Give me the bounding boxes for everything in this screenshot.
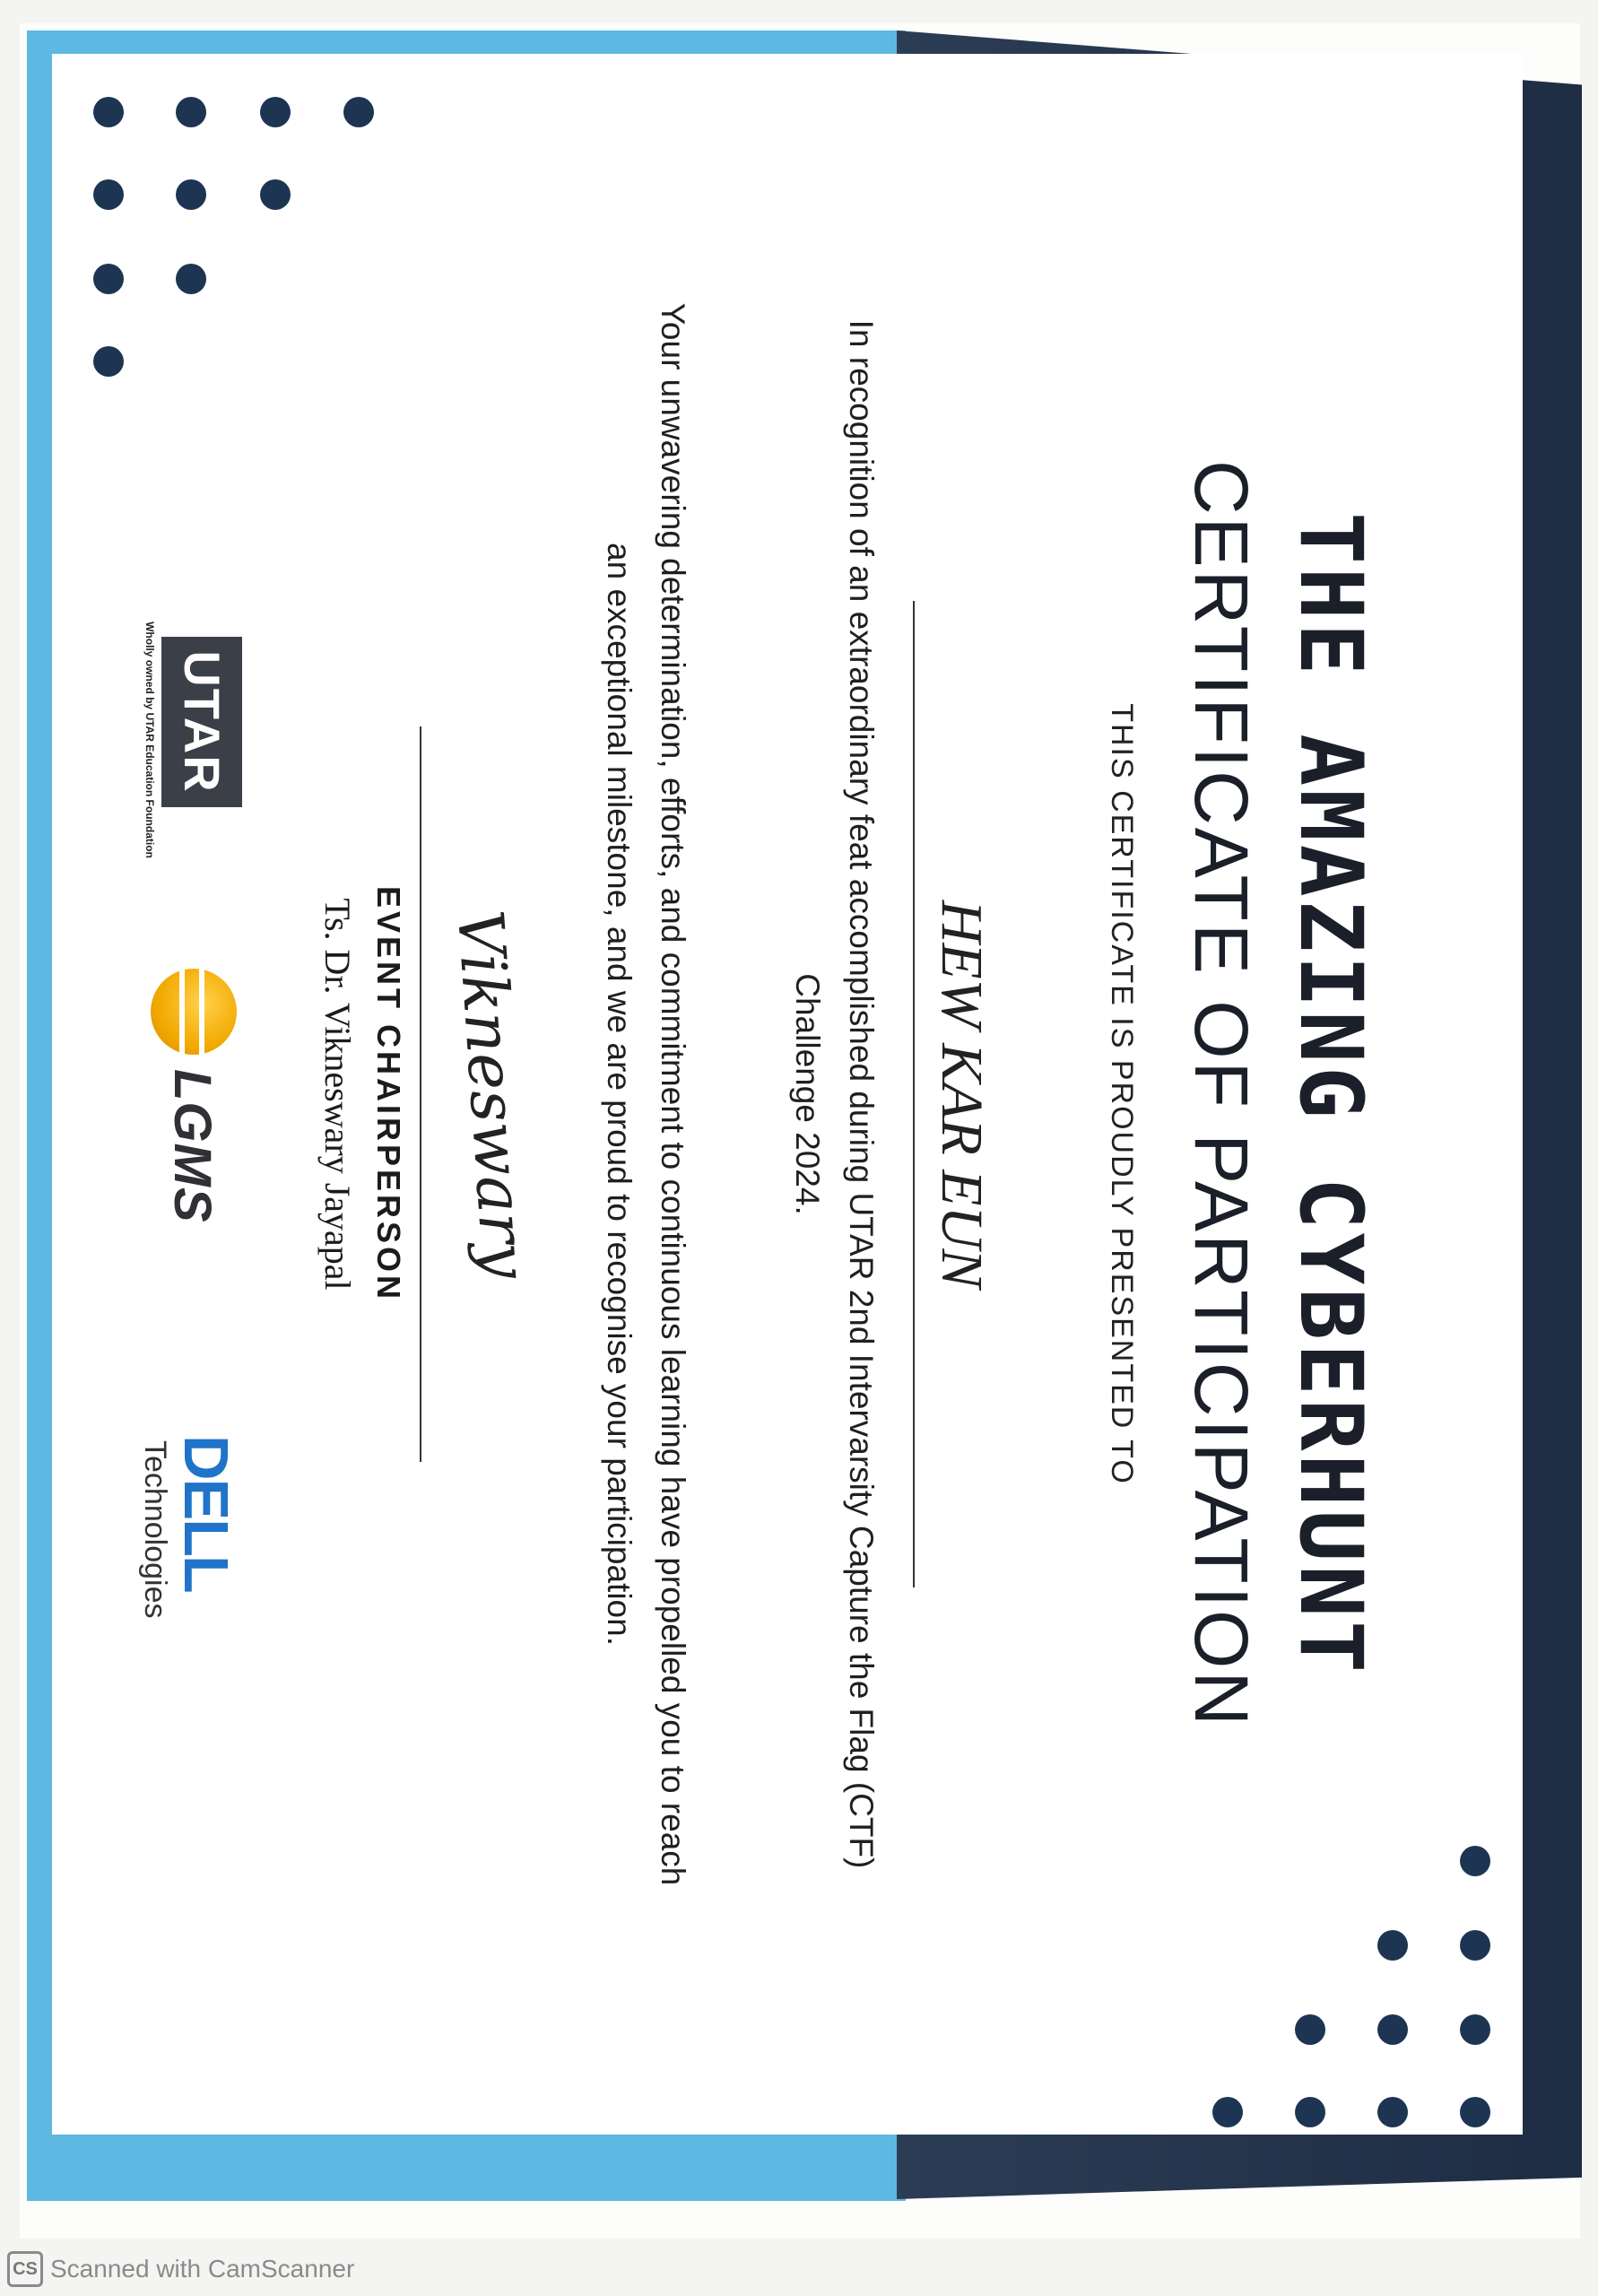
utar-logo: UTAR Wholly owned by UTAR Education Foun… bbox=[126, 622, 242, 858]
certificate-title: CERTIFICATE OF PARTICIPATION bbox=[1179, 459, 1264, 1729]
recipient-name: HEW KAR EUN bbox=[929, 900, 994, 1289]
utar-caption: Wholly owned by UTAR Education Foundatio… bbox=[143, 622, 156, 858]
utar-wordmark: UTAR bbox=[161, 637, 242, 807]
dell-wordmark: DELL bbox=[171, 1435, 241, 1592]
lgms-globe-icon bbox=[151, 969, 237, 1055]
camscanner-watermark: CS Scanned with CamScanner bbox=[7, 2249, 354, 2289]
signatory-name: Ts. Dr. Vikneswary Jayapal bbox=[317, 898, 358, 1291]
signature-line bbox=[420, 726, 421, 1462]
event-title: THE AMAZING CYBERHUNT bbox=[1281, 512, 1381, 1676]
recipient-underline bbox=[913, 601, 915, 1587]
camscanner-label: Scanned with CamScanner bbox=[50, 2255, 355, 2283]
dell-logo: DELL Technologies bbox=[135, 1435, 242, 1632]
signature: Vikneswary bbox=[442, 908, 543, 1281]
recognition-paragraph: In recognition of an extraordinary feat … bbox=[789, 319, 880, 1869]
lgms-wordmark: LGMS bbox=[163, 1069, 221, 1223]
presented-to-label: THIS CERTIFICATE IS PROUDLY PRESENTED TO bbox=[1105, 703, 1139, 1485]
commitment-paragraph: Your unwavering determination, efforts, … bbox=[601, 302, 691, 1886]
signatory-role: EVENT CHAIRPERSON bbox=[370, 885, 407, 1303]
certificate-content: THE AMAZING CYBERHUNT CERTIFICATE OF PAR… bbox=[81, 63, 1533, 2126]
lgms-logo: LGMS bbox=[143, 969, 242, 1292]
dell-subtitle: Technologies bbox=[138, 1440, 172, 1619]
camscanner-icon: CS bbox=[7, 2251, 43, 2287]
